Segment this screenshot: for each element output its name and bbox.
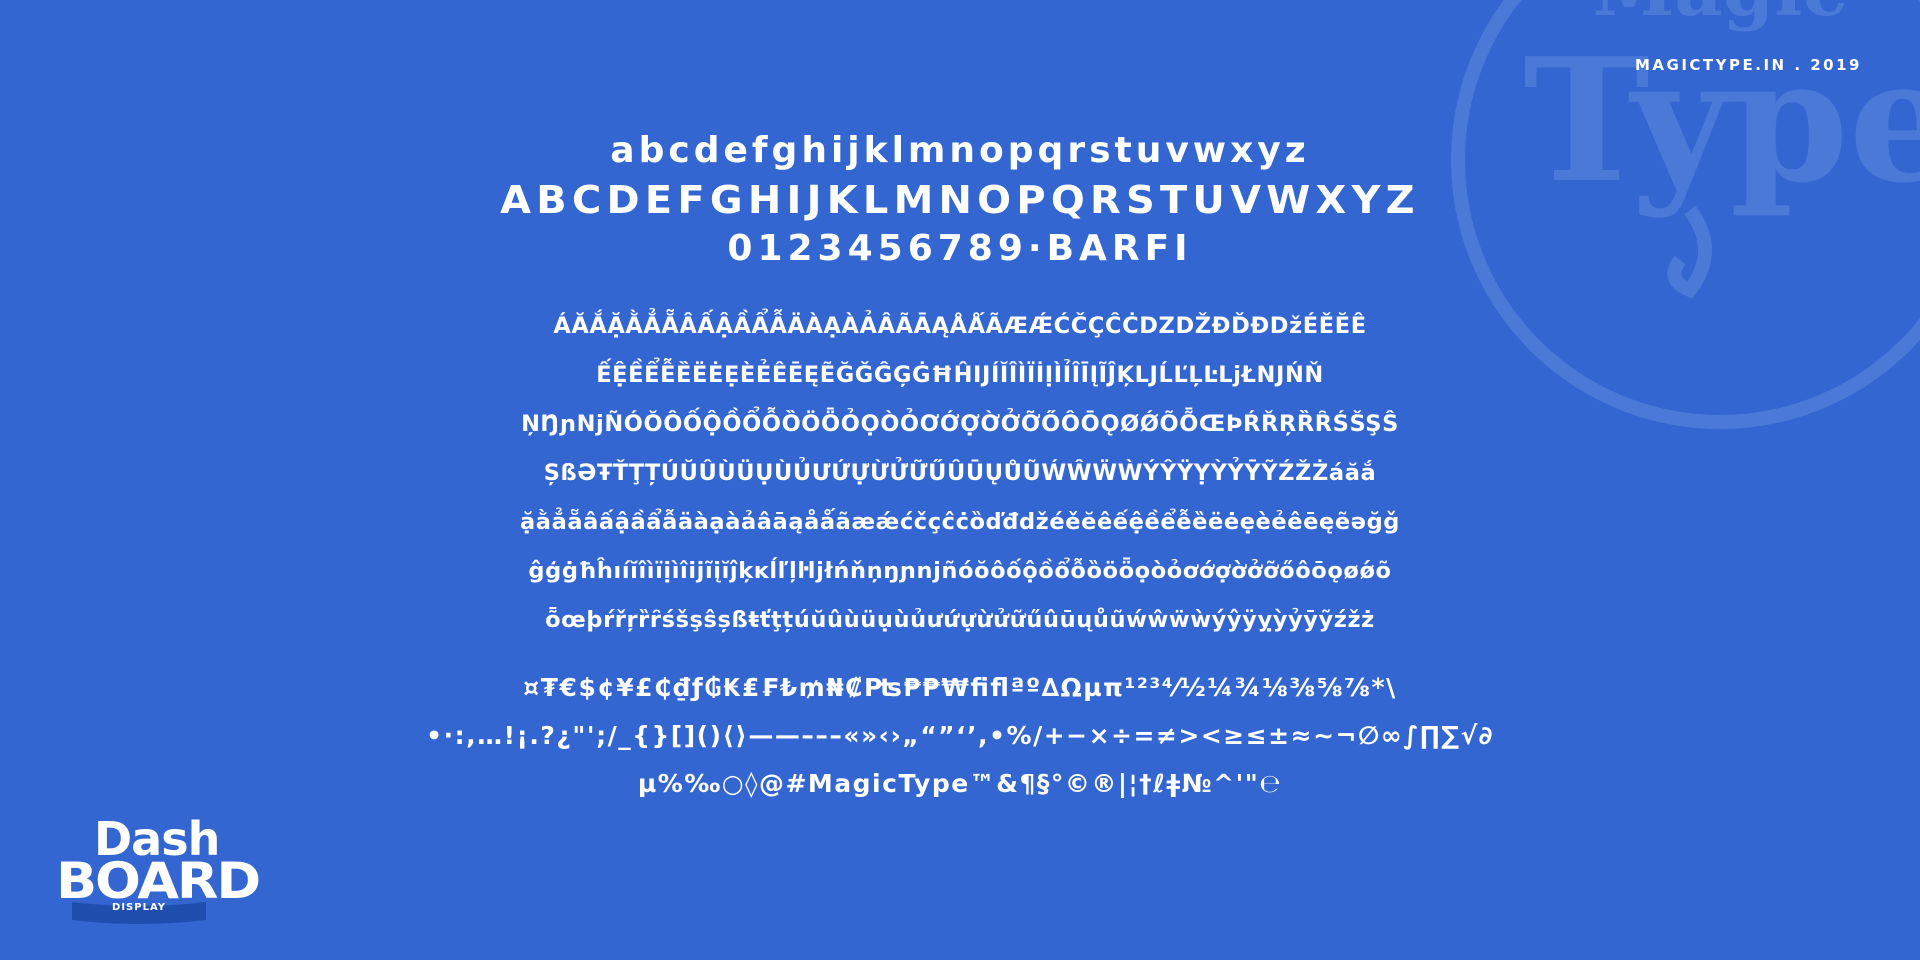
glyph-line: ȭœþŕřŗȑȓśšşŝșßŧťţțúŭûùüụùủưứựừửữűûūųůũẃŵ… (545, 607, 1375, 633)
logo-display-text: DISPLAY (112, 902, 166, 913)
watermark-magic-text: Magic (1593, 0, 1848, 33)
digits-specimen: 0123456789·BARFI (727, 228, 1193, 269)
glyph-line: ÁĂẮẶẰẲẴÂẤẬẦẨẪÄÀẠÀẢÂÃĀĄÅǺÃÆǼĆČÇĈĊDZDŽĐĎĐD… (553, 313, 1367, 339)
currency-symbol-line: ¤₮€$¢¥£₵₫ƒ₲₭₤₣₺₥₦₡₧₱₱₩ﬁﬂªº∆Ωµπ¹²³⁴⁄½¼¾⅛⅜… (523, 673, 1397, 702)
logo-board-text: BOARD (56, 852, 261, 910)
accented-glyph-set: ÁĂẮẶẰẲẴÂẤẬẦẨẪÄÀẠÀẢÂÃĀĄÅǺÃÆǼĆČÇĈĊDZDŽĐĎĐD… (260, 302, 1660, 645)
site-label: MAGICTYPE.IN . 2019 (1635, 56, 1862, 74)
misc-symbol-line: µ%‰○◊@#MagicType™&¶§°©®|¦†ℓǂ№^'"℮ (637, 769, 1283, 798)
punctuation-symbol-line: •·:,…!¡.?¿"';/_{}[]()⟨⟩——–––«»‹›„“”‘’,•%… (426, 721, 1494, 750)
glyph-line: ặằẳẵâấậầẩẫäàạàảâāąåǻãæǽćčçĉċȍďđdžéěĕêếệề… (520, 509, 1400, 535)
glyph-line: ȘßƏŦŤŢȚÚŬÛÙÜỤÙỦƯỨỰỪỬỮŰÛŪŲŮŨẂŴẄẀÝŶŸỴỲỶȲỸŹ… (543, 460, 1377, 486)
glyph-line: ĝģġħĥıíĭîìïịìîijĩįĭĵķĸĺľļŀljłńňņŋɲnjñóŏô… (528, 558, 1392, 584)
lowercase-specimen: abcdefghijklmnopqrstuvwxyz (610, 130, 1310, 171)
uppercase-specimen: ABCDEFGHIJKLMNOPQRSTUVWXYZ (500, 178, 1420, 222)
symbol-glyph-set: ¤₮€$¢¥£₵₫ƒ₲₭₤₣₺₥₦₡₧₱₱₩ﬁﬂªº∆Ωµπ¹²³⁴⁄½¼¾⅛⅜… (260, 664, 1660, 808)
glyph-line: ẾỆỀỂỄȄËĖẸÈẺÊĒĘẼĞǦĜĢĠĦĤIJÍĬÎÌÏİỊÌỈÎĪĮĨĴĶL… (596, 362, 1324, 388)
glyph-line: ŅŊɲNjÑÓŎÔỐỘỒỔỖȌÖȪỎỌÒỎƠỚỢỜỞỠŐÔŌǪØǾÕȬŒÞŔŘŖ… (521, 411, 1399, 437)
dashboard-display-logo: Dash BOARD DISPLAY (56, 816, 296, 926)
